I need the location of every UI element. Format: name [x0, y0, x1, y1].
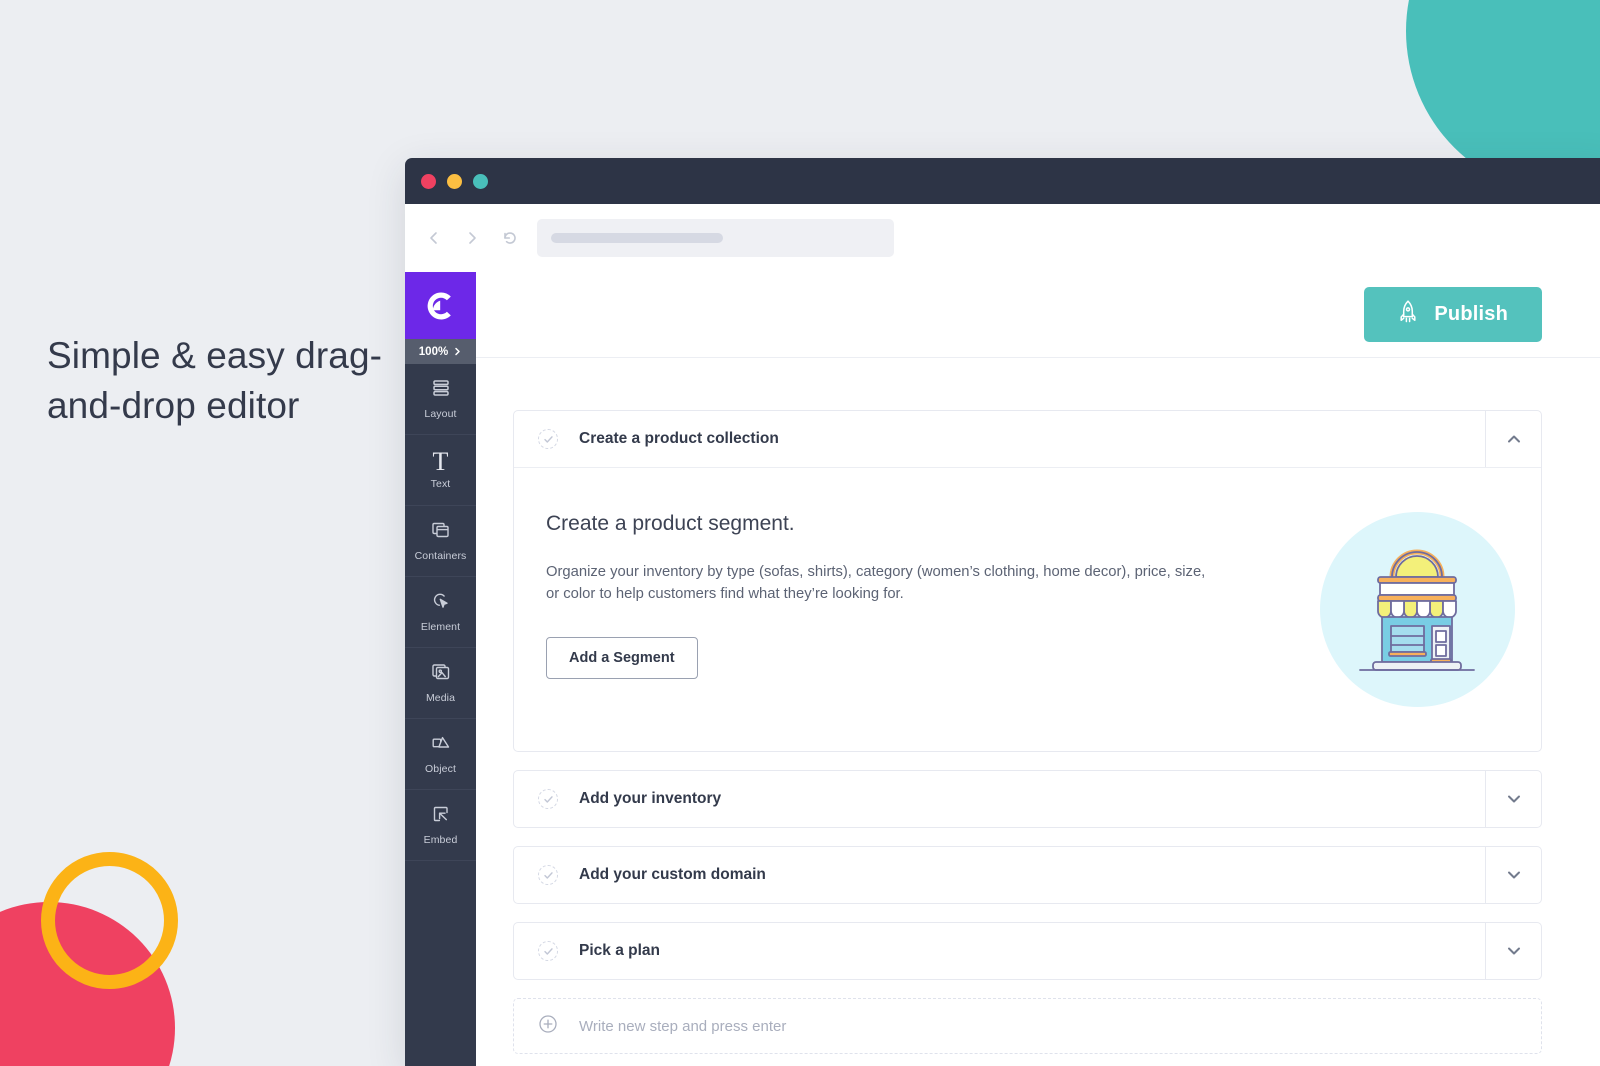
app-logo[interactable] [405, 272, 476, 339]
sidebar-item-label: Object [425, 763, 456, 775]
sidebar-item-containers[interactable]: Containers [405, 506, 476, 577]
check-circle-dashed-icon[interactable] [538, 865, 558, 885]
sidebar-item-label: Containers [414, 550, 467, 562]
sidebar-item-media[interactable]: Media [405, 648, 476, 719]
checklist-card-header-main[interactable]: Add your inventory [514, 771, 1485, 827]
checklist-container: Create a product collection Create a pro… [476, 358, 1600, 1066]
browser-toolbar [405, 204, 1600, 272]
url-bar[interactable] [537, 219, 894, 257]
maximize-window-button[interactable] [473, 173, 488, 189]
checklist-card-header-main[interactable]: Pick a plan [514, 923, 1485, 979]
rocket-icon [1398, 299, 1418, 331]
chevron-up-icon [1507, 435, 1520, 443]
add-a-segment-button[interactable]: Add a Segment [546, 637, 698, 679]
checklist-card-body: Create a product segment. Organize your … [514, 467, 1541, 751]
sidebar-item-label: Embed [423, 834, 458, 846]
checklist-card-header-main[interactable]: Create a product collection [514, 411, 1485, 467]
sidebar-item-layout[interactable]: Layout [405, 364, 476, 435]
checklist-card-header[interactable]: Pick a plan [514, 923, 1541, 979]
checklist-step-title: Create a product collection [579, 430, 779, 447]
new-step-placeholder: Write new step and press enter [579, 1017, 787, 1035]
expand-toggle-button[interactable] [1485, 771, 1541, 827]
back-arrow-icon[interactable] [423, 227, 445, 249]
url-placeholder-pill [551, 233, 723, 243]
publish-button-label: Publish [1434, 303, 1508, 325]
close-window-button[interactable] [421, 173, 436, 189]
chevron-down-icon [1507, 871, 1520, 879]
check-circle-dashed-icon[interactable] [538, 941, 558, 961]
editor-canvas: Publish Create a product collection Crea… [476, 272, 1600, 1066]
browser-window: 100% Layout T Text Containers Element Me… [405, 158, 1600, 1066]
chevron-down-icon [1507, 947, 1520, 955]
forward-arrow-icon[interactable] [461, 227, 483, 249]
checklist-card-header[interactable]: Add your custom domain [514, 847, 1541, 903]
checklist-detail-text: Create a product segment. Organize your … [546, 512, 1317, 707]
collapse-toggle-button[interactable] [1485, 411, 1541, 467]
sidebar-item-element[interactable]: Element [405, 577, 476, 648]
sidebar-item-label: Element [420, 621, 461, 633]
reload-icon[interactable] [499, 227, 521, 249]
sidebar-item-label: Layout [424, 408, 457, 420]
checklist-card-collapsed: Add your inventory [513, 770, 1542, 828]
publish-button[interactable]: Publish [1364, 287, 1542, 342]
expand-toggle-button[interactable] [1485, 847, 1541, 903]
editor-topbar: Publish [476, 272, 1600, 358]
checklist-card-header[interactable]: Create a product collection [514, 411, 1541, 467]
storefront-illustration [1319, 512, 1515, 707]
sidebar-item-label: Text [430, 477, 451, 490]
checklist-step-title: Pick a plan [579, 942, 660, 959]
checklist-card-collapsed: Pick a plan [513, 922, 1542, 980]
expand-toggle-button[interactable] [1485, 923, 1541, 979]
embed-icon [430, 804, 452, 829]
marketing-headline: Simple & easy drag-and-drop editor [47, 335, 383, 426]
checklist-card-expanded: Create a product collection Create a pro… [513, 410, 1542, 752]
checklist-card-header[interactable]: Add your inventory [514, 771, 1541, 827]
browser-titlebar [405, 158, 1600, 204]
text-icon: T [432, 446, 449, 476]
sidebar-item-label: Media [425, 692, 456, 704]
checklist-card-header-main[interactable]: Add your custom domain [514, 847, 1485, 903]
checklist-step-title: Add your custom domain [579, 866, 766, 883]
detail-description: Organize your inventory by type (sofas, … [546, 564, 1206, 602]
chevron-down-icon [1507, 795, 1520, 803]
editor-sidebar: 100% Layout T Text Containers Element Me… [405, 272, 476, 1066]
check-circle-dashed-icon[interactable] [538, 789, 558, 809]
decorative-orange-ring [41, 852, 178, 989]
detail-heading: Create a product segment. [546, 512, 795, 535]
minimize-window-button[interactable] [447, 173, 462, 189]
new-step-input-row[interactable]: Write new step and press enter [513, 998, 1542, 1054]
app-body: 100% Layout T Text Containers Element Me… [405, 272, 1600, 1066]
zoom-control[interactable]: 100% [405, 339, 476, 364]
detail-illustration [1317, 512, 1517, 707]
plus-circle-icon[interactable] [538, 1014, 558, 1039]
layout-icon [430, 378, 452, 403]
checklist-step-title: Add your inventory [579, 790, 722, 807]
sidebar-item-object[interactable]: Object [405, 719, 476, 790]
checklist-card-collapsed: Add your custom domain [513, 846, 1542, 904]
sidebar-item-text[interactable]: T Text [405, 435, 476, 506]
object-icon [430, 733, 452, 758]
element-icon [430, 591, 452, 616]
sidebar-item-embed[interactable]: Embed [405, 790, 476, 861]
containers-icon [430, 520, 452, 545]
check-circle-dashed-icon[interactable] [538, 429, 558, 449]
zoom-level-label: 100% [418, 345, 449, 358]
media-icon [430, 662, 452, 687]
chevron-right-icon [455, 347, 460, 356]
page-root: Simple & easy drag-and-drop editor 100% … [0, 0, 1600, 1066]
